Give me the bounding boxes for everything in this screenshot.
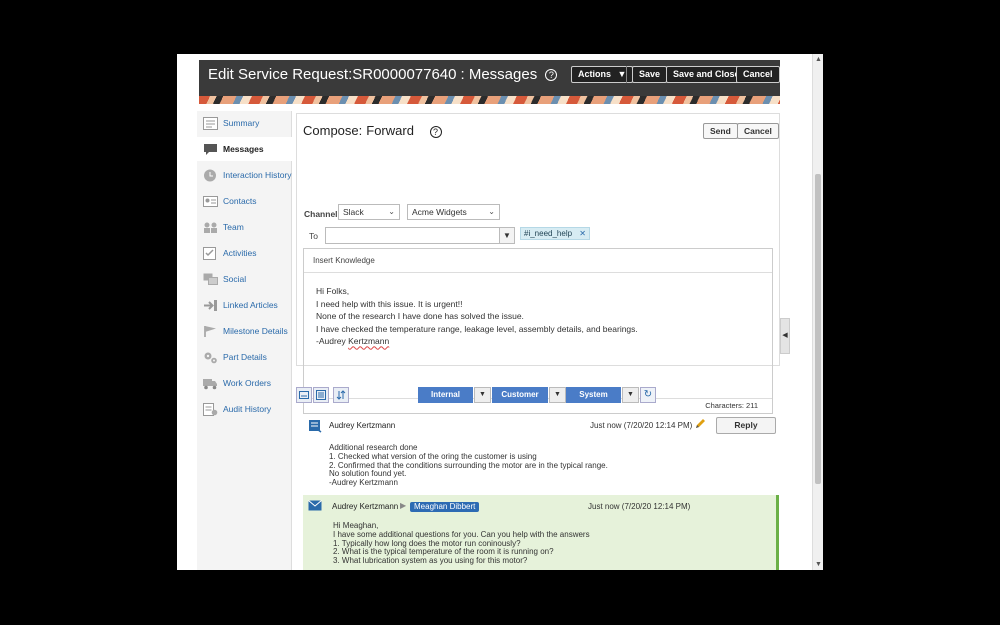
sidebar-item-milestone-details[interactable]: Milestone Details (197, 319, 292, 343)
clock-icon (203, 169, 218, 182)
refresh-icon: ↻ (643, 389, 653, 400)
sidebar-item-summary[interactable]: Summary (197, 111, 292, 135)
message-timestamp: Just now (7/20/20 12:14 PM) (590, 421, 693, 430)
cancel-button[interactable]: Cancel (736, 66, 780, 83)
compose-panel: Compose: Forward ? Send Cancel Channel Sl… (296, 113, 780, 414)
sidebar-item-interaction-history[interactable]: Interaction History (197, 163, 292, 187)
workspace-select[interactable]: Acme Widgets ⌄ (407, 204, 500, 220)
scroll-down-icon[interactable]: ▼ (815, 561, 822, 568)
filter-internal-dropdown[interactable]: ▼ (474, 387, 491, 403)
filter-customer-button[interactable]: Customer (492, 387, 548, 403)
header-decorative-band (199, 96, 780, 104)
audit-icon (203, 402, 218, 416)
arrow-right-icon: ▶ (400, 501, 407, 510)
contact-card-icon (203, 195, 218, 208)
team-icon (203, 221, 218, 234)
filter-customer-dropdown[interactable]: ▼ (549, 387, 566, 403)
scrollbar-thumb[interactable] (815, 174, 821, 484)
summary-icon (203, 116, 218, 130)
filter-system-dropdown[interactable]: ▼ (622, 387, 639, 403)
to-dropdown-button[interactable]: ▼ (499, 227, 515, 244)
to-input[interactable] (325, 227, 500, 244)
caret-down-icon: ▼ (554, 391, 561, 398)
sidebar-item-audit-history[interactable]: Audit History (197, 397, 292, 421)
channel-select[interactable]: Slack ⌄ (338, 204, 400, 220)
reply-button[interactable]: Reply (716, 417, 776, 434)
pencil-icon[interactable] (694, 418, 706, 433)
help-icon[interactable]: ? (545, 69, 558, 82)
caret-down-icon: ▼ (503, 231, 511, 240)
list-view-button[interactable] (313, 387, 329, 403)
gears-icon (203, 351, 218, 364)
editor-toolbar: Insert Knowledge (304, 249, 772, 273)
filter-internal-button[interactable]: Internal (418, 387, 473, 403)
compose-title: Compose: Forward ? (303, 123, 442, 138)
linked-articles-icon (203, 299, 218, 312)
sidebar-item-contacts[interactable]: Contacts (197, 189, 292, 213)
compose-cancel-button[interactable]: Cancel (737, 123, 779, 139)
save-button[interactable]: Save (632, 66, 668, 83)
sidebar: Summary Messages Interaction History Con… (197, 111, 292, 570)
page-title: Edit Service Request:SR0000077640: Messa… (208, 66, 558, 83)
chevron-down-icon: ⌄ (488, 207, 495, 216)
editor-body[interactable]: Hi Folks, I need help with this issue. I… (304, 273, 772, 348)
message-item: Audrey Kertzmann ▶ Meaghan Dibbert Just … (303, 495, 779, 570)
activities-icon (203, 246, 218, 260)
message-body: Hi Meaghan, I have some additional quest… (333, 521, 590, 566)
message-timestamp: Just now (7/20/20 12:14 PM) (588, 502, 691, 511)
caret-down-icon: ▼ (479, 391, 486, 398)
signature: -Audrey Kertzmann (316, 336, 390, 347)
filter-system-button[interactable]: System (566, 387, 621, 403)
compose-tool-button[interactable] (296, 387, 312, 403)
collapse-panel-handle[interactable]: ◀ (780, 318, 790, 354)
triangle-left-icon: ◀ (782, 332, 788, 339)
milestone-flag-icon (203, 325, 218, 338)
list-icon (316, 390, 326, 400)
close-icon[interactable]: ✕ (579, 229, 586, 238)
message-item: Audrey Kertzmann Just now (7/20/20 12:14… (303, 414, 779, 492)
social-icon (203, 273, 218, 286)
vertical-scrollbar[interactable]: ▲ ▼ (812, 54, 823, 570)
channel-label: Channel (304, 209, 338, 219)
help-icon[interactable]: ? (429, 125, 442, 138)
chevron-down-icon: ⌄ (388, 207, 395, 216)
sort-icon (336, 390, 346, 400)
sidebar-item-linked-articles[interactable]: Linked Articles (197, 293, 292, 317)
sort-button[interactable] (333, 387, 349, 403)
sidebar-item-part-details[interactable]: Part Details (197, 345, 292, 369)
note-icon (308, 419, 322, 436)
to-label: To (309, 231, 318, 241)
caret-down-icon: ▼ (627, 391, 634, 398)
sidebar-item-activities[interactable]: Activities (197, 241, 292, 265)
message-author: Audrey Kertzmann (329, 421, 396, 430)
send-button[interactable]: Send (703, 123, 738, 139)
sidebar-item-social[interactable]: Social (197, 267, 292, 291)
recipient-badge: Meaghan Dibbert (410, 502, 480, 512)
refresh-button[interactable]: ↻ (640, 387, 656, 403)
recipient-tag: #i_need_help ✕ (520, 227, 590, 240)
application-window: Edit Service Request:SR0000077640: Messa… (177, 54, 823, 570)
sidebar-item-team[interactable]: Team (197, 215, 292, 239)
message-author: Audrey Kertzmann (332, 502, 399, 511)
keyboard-icon (299, 391, 309, 399)
scroll-up-icon[interactable]: ▲ (815, 56, 822, 63)
envelope-icon (308, 500, 322, 514)
insert-knowledge-link[interactable]: Insert Knowledge (313, 256, 375, 265)
message-body: Additional research done 1. Checked what… (329, 443, 608, 488)
truck-icon (203, 377, 218, 390)
save-and-close-button[interactable]: Save and Close (666, 66, 747, 83)
page-header: Edit Service Request:SR0000077640: Messa… (199, 60, 780, 104)
messages-icon (203, 143, 218, 156)
actions-menu-button[interactable]: Actions ▼ (571, 66, 634, 83)
sidebar-item-work-orders[interactable]: Work Orders (197, 371, 292, 395)
header-divider (626, 66, 627, 83)
sidebar-item-messages[interactable]: Messages (197, 137, 292, 161)
